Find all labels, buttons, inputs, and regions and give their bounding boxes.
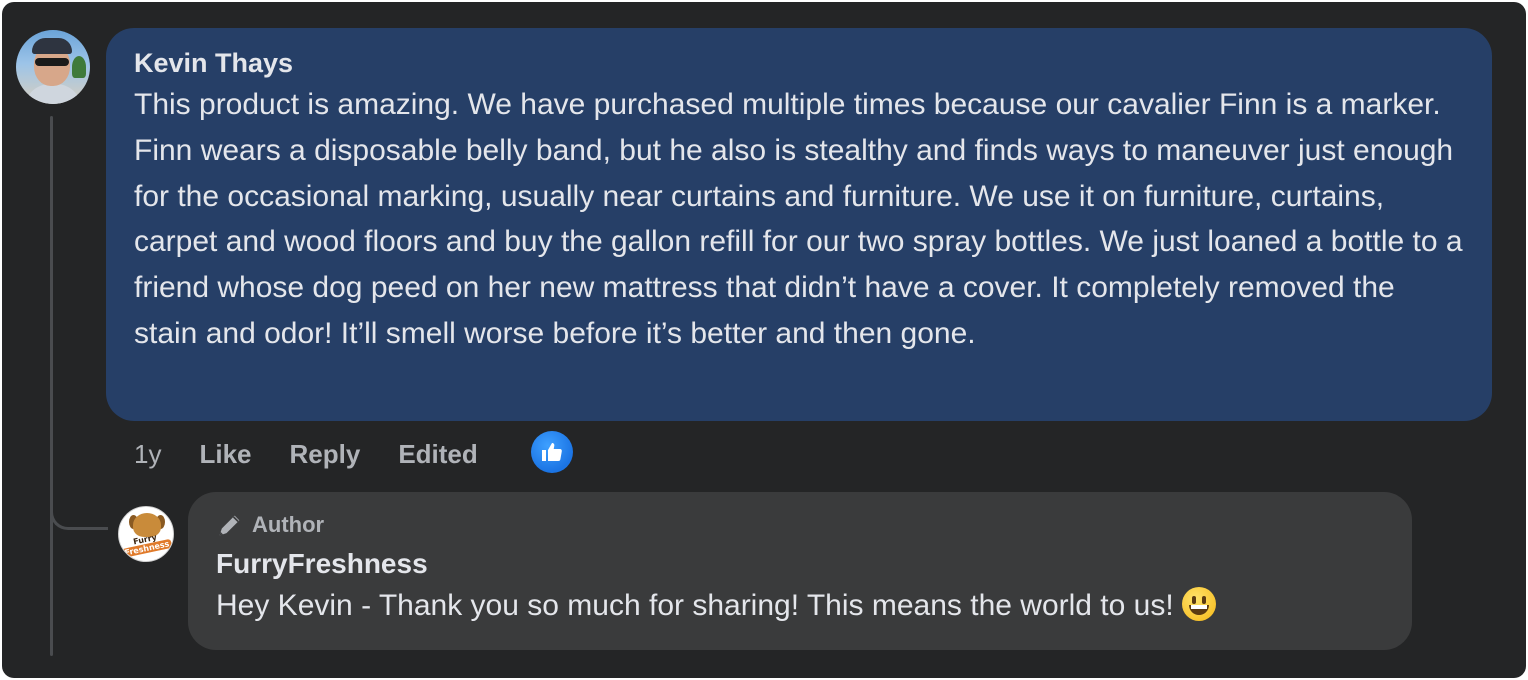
avatar[interactable]	[16, 30, 90, 104]
brand-logo: Furry Freshness	[120, 530, 173, 559]
like-button[interactable]: Like	[199, 439, 251, 470]
reply-author-name[interactable]: FurryFreshness	[216, 544, 1386, 584]
avatar[interactable]: Furry Freshness	[118, 506, 174, 562]
reply-button[interactable]: Reply	[290, 439, 361, 470]
grinning-face-emoji-icon	[1181, 587, 1216, 621]
pen-icon	[219, 515, 240, 536]
comment-text: This product is amazing. We have purchas…	[134, 88, 1463, 350]
edited-label[interactable]: Edited	[398, 439, 477, 470]
author-badge: Author	[216, 508, 1386, 542]
reply-bubble: Author FurryFreshness Hey Kevin - Thank …	[188, 492, 1412, 650]
reply-text-line: Hey Kevin - Thank you so much for sharin…	[216, 584, 1386, 628]
author-badge-label: Author	[252, 512, 325, 537]
comment-actions: 1y Like Reply Edited	[134, 434, 516, 474]
comment-thread: Kevin Thays This product is amazing. We …	[2, 2, 1526, 678]
comment-timestamp[interactable]: 1y	[134, 439, 161, 470]
comment-bubble: Kevin Thays This product is amazing. We …	[106, 28, 1492, 421]
comment-author-name[interactable]: Kevin Thays	[134, 46, 1466, 80]
thumbs-up-icon[interactable]	[531, 431, 573, 473]
reply-text: Hey Kevin - Thank you so much for sharin…	[216, 589, 1174, 622]
thread-connector-line	[50, 116, 53, 656]
thread-connector-curve	[50, 482, 108, 530]
